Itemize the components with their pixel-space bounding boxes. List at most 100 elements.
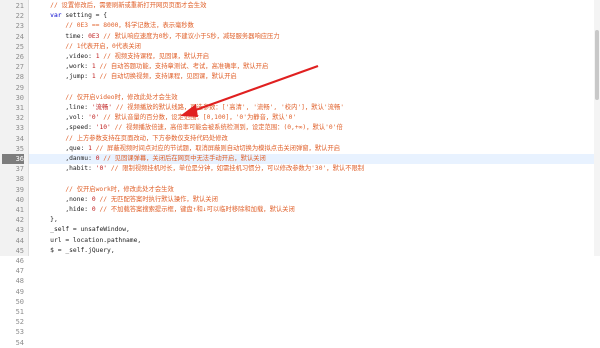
line-number: 31 — [15, 104, 24, 112]
code-token: ,work: — [65, 63, 92, 71]
comment-token: // 自动答题功能，支持章测试、考试，高准确率，默认开启 — [99, 63, 269, 71]
code-line[interactable]: ,vol: '0' // 默认音量的百分数，设定范围：[0,100]，'0'为静… — [29, 113, 600, 123]
code-line[interactable]: _self = unsafeWindow, — [29, 225, 600, 235]
line-number: 32 — [15, 114, 24, 123]
line-number-gutter: 21 22 23 24 25 26 27 28 29 30 31 32 33 34 35 36 37 38 39 40… — [0, 0, 29, 347]
comment-token: // 无匹配答案时执行默认操作，默认关闭 — [99, 195, 218, 203]
code-line[interactable]: ,hide: 0 // 不加载答案搜索提示框，键盘↑和↓可以临时移除和加载，默认… — [29, 205, 600, 215]
code-line[interactable]: ,video: 1 // 视频支持课程，见固课，默认开启 — [29, 52, 600, 62]
line-number: 33 — [15, 124, 24, 133]
scrollbar-thumb[interactable] — [595, 30, 599, 100]
code-line[interactable] — [29, 174, 600, 184]
code-line[interactable]: ,none: 0 // 无匹配答案时执行默认操作，默认关闭 — [29, 195, 600, 205]
code-token: _self = unsafeWindow, — [50, 226, 130, 234]
string-token: '10' — [95, 124, 111, 132]
code-line[interactable]: ,habit: '0' // 限制视频挂机时长，单位是分钟，如需挂机习惯分，可以… — [29, 164, 600, 174]
code-line[interactable]: // 仅开启video时，修改此处才会生效 — [29, 93, 600, 103]
code-token: ,video: — [65, 53, 96, 60]
line-number: 35 — [15, 144, 24, 153]
comment-token: // 视频支持课程，见固课，默认开启 — [103, 53, 210, 60]
comment-token: // 视频播放的默认线路，可选参数：['高清', '流畅', '校内']，默认'… — [115, 104, 345, 111]
code-token: setting — [65, 12, 92, 20]
line-number: 50 — [15, 297, 24, 306]
line-number: 27 — [15, 63, 24, 72]
line-number: 51 — [15, 308, 24, 316]
line-number: 41 — [15, 206, 24, 214]
line-number: 42 — [15, 216, 24, 225]
string-token: '流畅' — [91, 104, 113, 111]
line-number: 44 — [15, 236, 24, 245]
code-line[interactable]: ,work: 1 // 自动答题功能，支持章测试、考试，高准确率，默认开启 — [29, 62, 600, 72]
line-number: 22 — [15, 12, 24, 21]
line-number: 28 — [15, 73, 24, 82]
line-number: 26 — [15, 53, 24, 61]
line-number: 38 — [15, 175, 24, 184]
line-number: 49 — [15, 287, 24, 296]
code-line[interactable]: }, — [29, 215, 600, 225]
line-number: 29 — [15, 83, 24, 92]
line-number: 30 — [15, 93, 24, 102]
code-line[interactable]: ,que: 1 // 屏蔽视频时间点对应的节试题，取消屏蔽则自动切换为模拟点击关… — [29, 144, 600, 154]
vertical-scrollbar[interactable] — [594, 0, 600, 256]
line-number: 39 — [15, 185, 24, 194]
code-token: = { — [91, 12, 108, 20]
line-number: 21 — [15, 2, 24, 10]
code-line[interactable]: url = location.pathname, — [29, 236, 600, 246]
code-line[interactable]: // 设置修改后，需要刷新或重新打开网页页面才会生效 — [29, 1, 600, 11]
code-line[interactable]: ,danmu: 0 // 见固课弹幕，关闭后在网页中无法手动开启，默认关闭 — [29, 154, 600, 165]
code-token: url = location.pathname, — [50, 236, 142, 244]
line-number: 47 — [15, 267, 24, 276]
comment-token: // 见固课弹幕，关闭后在网页中无法手动开启，默认关闭 — [103, 155, 266, 162]
line-number: 23 — [15, 22, 24, 31]
line-number: 37 — [15, 165, 24, 174]
line-number: 46 — [15, 257, 24, 265]
code-line[interactable]: ,jump: 1 // 自动切换视频，支持课程，见固课，默认开启 — [29, 72, 600, 82]
comment-token: // 上方参数支持在页面改动，下方参数仅支持代码处修改 — [65, 134, 228, 142]
comment-token: // 自动切换视频，支持课程，见固课，默认开启 — [99, 73, 237, 81]
code-line[interactable]: var setting = { — [29, 11, 600, 21]
line-number: 52 — [15, 318, 24, 327]
comment-token: // 默认响应速度为0秒，不建议小于5秒，减轻服务器响应压力 — [103, 32, 280, 40]
line-number: 36 — [2, 154, 24, 165]
line-number: 34 — [15, 134, 24, 143]
code-line[interactable]: // 仅开启work时，修改此处才会生效 — [29, 185, 600, 195]
code-token: ,none: — [65, 195, 92, 203]
code-line[interactable]: ,line: '流畅' // 视频播放的默认线路，可选参数：['高清', '流畅… — [29, 103, 600, 113]
code-token: }, — [50, 216, 58, 224]
number-token: 0E3 — [88, 32, 100, 40]
code-token: ,hide: — [65, 206, 92, 213]
code-line[interactable]: $ = _self.jQuery, — [29, 246, 600, 256]
code-editor[interactable]: 21 22 23 24 25 26 27 28 29 30 31 32 33 34 35 36 37 38 39 40… — [0, 0, 600, 347]
code-line[interactable]: ,speed: '10' // 视频播放倍速，高倍率可能会被系统检测到，设定范围… — [29, 123, 600, 133]
code-line[interactable]: // 1代表开启，0代表关闭 — [29, 42, 600, 52]
comment-token: // 仅开启work时，修改此处才会生效 — [65, 185, 174, 193]
code-line[interactable]: time: 0E3 // 默认响应速度为0秒，不建议小于5秒，减轻服务器响应压力 — [29, 32, 600, 42]
comment-token: // 0E3 == 8000，科学记数法，表示毫秒数 — [65, 22, 194, 30]
code-token: $ = _self.jQuery, — [50, 246, 115, 254]
code-line[interactable] — [29, 83, 600, 93]
string-token: '0' — [88, 114, 100, 122]
code-line[interactable]: // 上方参数支持在页面改动，下方参数仅支持代码处修改 — [29, 134, 600, 144]
line-number: 25 — [15, 42, 24, 51]
code-area[interactable]: // 设置修改后，需要刷新或重新打开网页页面才会生效 var setting =… — [29, 0, 600, 256]
comment-token: // 设置修改后，需要刷新或重新打开网页页面才会生效 — [50, 2, 207, 9]
code-line[interactable]: // 0E3 == 8000，科学记数法，表示毫秒数 — [29, 21, 600, 31]
code-token: ,line: — [65, 104, 92, 111]
